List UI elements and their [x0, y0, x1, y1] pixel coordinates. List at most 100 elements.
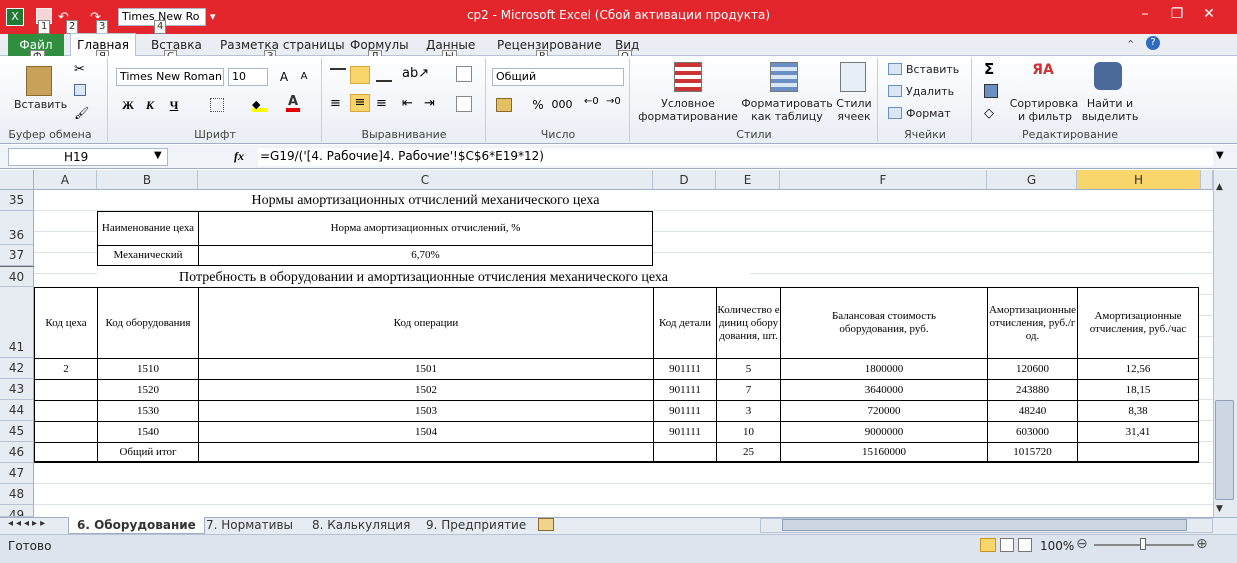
zoom-level[interactable]: 100% — [1040, 539, 1074, 553]
font-color-icon[interactable]: A — [286, 95, 300, 112]
table2-r1-quantity[interactable]: 5 — [716, 358, 781, 380]
table2-r3-quantity[interactable]: 3 — [716, 400, 781, 422]
table2-r4-quantity[interactable]: 10 — [716, 421, 781, 443]
align-top-icon[interactable] — [330, 68, 346, 82]
expand-formula-icon[interactable]: ▼ — [1216, 150, 1224, 161]
table2-r1-operation[interactable]: 1501 — [198, 358, 654, 380]
table2-r1-equipment[interactable]: 1510 — [97, 358, 199, 380]
table2-r1-part[interactable]: 901111 — [653, 358, 717, 380]
fx-icon[interactable]: fx — [234, 149, 244, 164]
row-header-47[interactable]: 47 — [0, 463, 34, 484]
bold-button[interactable]: Ж — [118, 96, 138, 114]
row-header-49[interactable]: 49 — [0, 505, 34, 517]
decrease-indent-icon[interactable]: ⇤ — [402, 96, 413, 111]
column-header-b[interactable]: B — [97, 170, 198, 190]
page-layout-view-icon[interactable] — [1000, 538, 1014, 552]
cell-styles-button-2[interactable]: ячеек — [830, 110, 878, 123]
table2-r4-depr-year[interactable]: 603000 — [987, 421, 1078, 443]
sheet-tab-equipment[interactable]: 6. Оборудование — [68, 517, 205, 534]
orientation-icon[interactable]: ab↗ — [402, 66, 429, 81]
row-header-42[interactable]: 42 — [0, 358, 34, 379]
cell-styles-button-1[interactable]: Стили — [832, 97, 876, 110]
paste-icon[interactable] — [26, 66, 52, 96]
row-header-35[interactable]: 35 — [0, 190, 34, 211]
autosum-icon[interactable]: Σ — [984, 60, 994, 78]
row-header-37[interactable]: 37 — [0, 245, 34, 266]
italic-button[interactable]: К — [140, 96, 160, 114]
increase-decimal-icon[interactable]: ←0 — [584, 96, 599, 107]
total-quantity[interactable]: 25 — [716, 442, 781, 463]
row-header-43[interactable]: 43 — [0, 379, 34, 400]
find-select-button-2[interactable]: выделить — [1078, 110, 1142, 123]
insert-cells-button[interactable]: Вставить — [906, 63, 960, 76]
column-header-g[interactable]: G — [987, 170, 1077, 190]
table2-r3-book-value[interactable]: 720000 — [780, 400, 988, 422]
tab-page-layout[interactable]: Разметка страницы — [220, 38, 345, 52]
borders-icon[interactable] — [210, 98, 224, 112]
sort-filter-button-2[interactable]: и фильтр — [1010, 110, 1080, 123]
table2-header-depreciation-year[interactable]: Амортизационные отчисления, руб./год. — [987, 287, 1078, 359]
format-cells-button[interactable]: Формат — [906, 107, 960, 120]
restore-button[interactable]: ❐ — [1164, 6, 1190, 24]
table2-header-operation-code[interactable]: Код операции — [198, 287, 654, 359]
align-left-icon[interactable]: ≡ — [330, 96, 341, 111]
clear-icon[interactable]: ◇ — [984, 106, 994, 121]
total-part[interactable] — [653, 442, 717, 463]
fill-color-icon[interactable]: ◆ — [252, 98, 268, 112]
row-header-41[interactable]: 41 — [0, 287, 34, 358]
sheet-tab-enterprise[interactable]: 9. Предприятие — [418, 517, 534, 534]
total-label[interactable]: Общий итог — [97, 442, 199, 463]
name-box-dropdown-icon[interactable]: ▼ — [154, 150, 162, 161]
align-middle-icon[interactable] — [350, 66, 370, 84]
total-book-value[interactable]: 15160000 — [780, 442, 988, 463]
horizontal-scroll-thumb[interactable] — [782, 519, 1187, 531]
column-header-h[interactable]: H — [1077, 170, 1201, 190]
copy-icon[interactable] — [74, 84, 86, 96]
delete-cells-button[interactable]: Удалить — [906, 85, 960, 98]
table2-header-equipment-code[interactable]: Код оборудования — [97, 287, 199, 359]
table2-r1-depr-year[interactable]: 120600 — [987, 358, 1078, 380]
total-workshop[interactable] — [34, 442, 98, 463]
table2-r4-depr-hour[interactable]: 31,41 — [1077, 421, 1199, 443]
table2-r2-quantity[interactable]: 7 — [716, 379, 781, 401]
conditional-formatting-button-2[interactable]: форматирование — [630, 110, 746, 123]
table2-header-quantity[interactable]: Количество единиц оборудования, шт. — [716, 287, 781, 359]
table2-r2-operation[interactable]: 1502 — [198, 379, 654, 401]
align-bottom-icon[interactable] — [376, 68, 392, 82]
decrease-decimal-icon[interactable]: →0 — [606, 96, 621, 107]
align-center-icon[interactable]: ≡ — [350, 94, 370, 112]
table2-r2-workshop[interactable] — [34, 379, 98, 401]
sheet-nav-icons[interactable]: ◂◂◂▸▸ — [8, 518, 48, 529]
format-as-table-button-1[interactable]: Форматировать — [740, 97, 834, 110]
currency-icon[interactable] — [496, 98, 512, 112]
table2-r3-depr-year[interactable]: 48240 — [987, 400, 1078, 422]
table2-r2-depr-year[interactable]: 243880 — [987, 379, 1078, 401]
table1-cell-workshop[interactable]: Механический — [97, 245, 199, 266]
qat-customize-icon[interactable]: ▾ — [210, 10, 216, 23]
table2-r4-part[interactable]: 901111 — [653, 421, 717, 443]
table2-r3-equipment[interactable]: 1530 — [97, 400, 199, 422]
select-all-button[interactable] — [0, 170, 34, 190]
format-as-table-button-2[interactable]: как таблицу — [744, 110, 830, 123]
table2-header-book-value[interactable]: Балансовая стоимость оборудования, руб. — [780, 287, 988, 359]
table2-r2-part[interactable]: 901111 — [653, 379, 717, 401]
table2-r4-operation[interactable]: 1504 — [198, 421, 654, 443]
table2-r3-workshop[interactable] — [34, 400, 98, 422]
conditional-formatting-icon[interactable] — [674, 62, 702, 92]
thousands-button[interactable]: 000 — [550, 96, 574, 114]
table2-header-part-code[interactable]: Код детали — [653, 287, 717, 359]
shrink-font-icon[interactable]: A — [294, 68, 314, 86]
conditional-formatting-button-1[interactable]: Условное — [638, 97, 738, 110]
close-button[interactable]: ✕ — [1196, 6, 1222, 24]
table2-r1-depr-hour[interactable]: 12,56 — [1077, 358, 1199, 380]
row-header-45[interactable]: 45 — [0, 421, 34, 442]
cell-styles-icon[interactable] — [840, 62, 866, 92]
table2-r2-book-value[interactable]: 3640000 — [780, 379, 988, 401]
row-header-48[interactable]: 48 — [0, 484, 34, 505]
sort-filter-button-1[interactable]: Сортировка — [1008, 97, 1080, 110]
paste-button[interactable]: Вставить — [14, 98, 67, 111]
excel-app-icon[interactable]: X — [6, 8, 24, 26]
name-box[interactable]: H19 — [8, 148, 168, 166]
scroll-up-icon[interactable]: ▲ — [1216, 182, 1223, 192]
table1-cell-rate[interactable]: 6,70% — [198, 245, 653, 266]
